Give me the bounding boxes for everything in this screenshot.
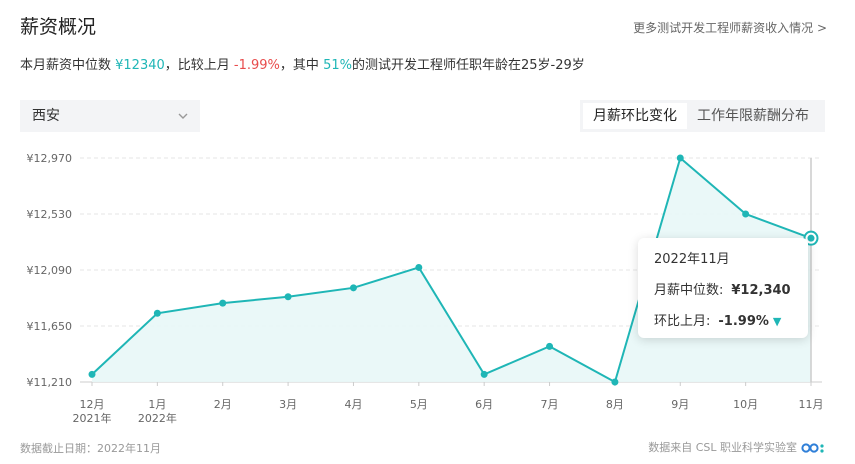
- data-point: [546, 342, 554, 350]
- data-point: [219, 299, 227, 307]
- x-tick-label: 12月: [80, 398, 105, 411]
- data-point: [480, 370, 488, 378]
- lab-logo-icon: [801, 443, 824, 453]
- tooltip-median-value: ¥12,340: [731, 283, 791, 298]
- y-tick-label: ¥12,530: [27, 208, 73, 221]
- x-tick-label: 4月: [344, 398, 362, 411]
- chart-tooltip: 2022年11月 月薪中位数: ¥12,340 环比上月: -1.99% ▼: [638, 238, 808, 338]
- data-point: [742, 210, 750, 218]
- data-date-note: 数据截止日期：2022年11月: [20, 442, 161, 455]
- data-point: [349, 284, 357, 292]
- x-tick-sublabel: 2022年: [138, 411, 177, 425]
- x-tick-sublabel: 2021年: [73, 411, 112, 425]
- data-source-text: 数据来自 CSL 职业科学实验室: [648, 441, 797, 454]
- x-tick-label: 9月: [671, 398, 689, 411]
- data-point: [284, 293, 292, 301]
- data-point: [88, 370, 96, 378]
- x-tick-label: 10月: [733, 398, 758, 411]
- salary-trend-chart: ¥12,970¥12,530¥12,090¥11,650¥11,21012月20…: [27, 152, 824, 425]
- y-tick-label: ¥12,090: [27, 264, 73, 277]
- x-tick-label: 6月: [475, 398, 493, 411]
- tooltip-median-row: 月薪中位数: ¥12,340: [654, 279, 792, 298]
- x-tick-label: 7月: [541, 398, 559, 411]
- x-tick-label: 1月: [148, 398, 166, 411]
- x-tick-label: 3月: [279, 398, 297, 411]
- y-tick-label: ¥11,210: [27, 376, 73, 389]
- x-tick-label: 5月: [410, 398, 428, 411]
- data-point: [611, 378, 619, 386]
- x-tick-label: 8月: [606, 398, 624, 411]
- x-tick-label: 11月: [799, 398, 824, 411]
- down-arrow-icon: ▼: [772, 315, 782, 328]
- y-tick-label: ¥11,650: [27, 320, 73, 333]
- tooltip-mom-value: -1.99%: [718, 314, 769, 329]
- data-point: [807, 234, 815, 242]
- tooltip-median-label: 月薪中位数:: [654, 283, 724, 298]
- data-source-note: 数据来自 CSL 职业科学实验室: [648, 439, 827, 455]
- tooltip-mom-row: 环比上月: -1.99% ▼: [654, 310, 792, 329]
- data-point: [153, 309, 161, 317]
- tooltip-mom-label: 环比上月:: [654, 314, 711, 329]
- data-point: [415, 263, 423, 271]
- y-tick-label: ¥12,970: [27, 152, 73, 165]
- tooltip-date: 2022年11月: [654, 252, 730, 267]
- data-point: [676, 154, 684, 162]
- x-tick-label: 2月: [214, 398, 232, 411]
